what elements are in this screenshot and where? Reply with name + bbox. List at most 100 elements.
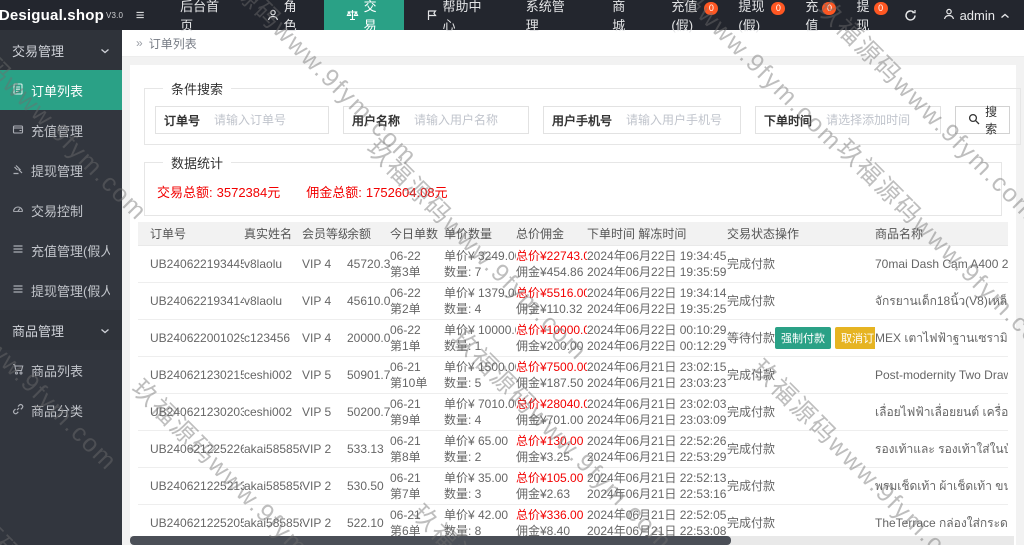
topnav-help[interactable]: 帮助中心: [404, 0, 504, 30]
content-area: 条件搜索 订单号 用户名称 用户手机号 下单时间: [122, 57, 1024, 545]
cell-status: 完成付款: [727, 476, 775, 496]
stats-line: 交易总额:3572384元 佣金总额:1752604.08元: [155, 180, 991, 205]
topnav-system[interactable]: 系统管理: [504, 0, 590, 30]
search-fieldset: 条件搜索 订单号 用户名称 用户手机号 下单时间: [144, 79, 1021, 145]
menu-label: 提现(假): [738, 0, 773, 34]
cell-product: รองเท้าและ รองเท้าใส่ในบ้าน รองเท้านวด ร…: [875, 439, 1008, 459]
sidebar-item-recharge-fake[interactable]: 充值管理(假人): [0, 230, 122, 270]
column-header: 真实姓名: [244, 224, 302, 244]
sidebar: 交易管理 订单列表 充值管理 提现管理 交易控制 充值管理(假人) 提现管理(假…: [0, 30, 122, 545]
recharge-fake-menu[interactable]: 充值(假) 0: [655, 0, 722, 30]
user-name-field-group: 用户名称: [343, 106, 529, 134]
trade-total: 交易总额:3572384元: [157, 182, 280, 201]
app-logo: Desigual.shop V3.0: [0, 0, 122, 30]
gauge-icon: [12, 203, 24, 218]
order-time-input[interactable]: [820, 107, 940, 133]
cell-price-qty: 单价¥ 7010.00数量: 4: [444, 394, 516, 430]
chevron-up-icon: [1000, 8, 1010, 23]
cell-order-no: UB2406212302036210: [138, 402, 244, 422]
count-badge: 0: [771, 2, 785, 15]
cell-price-qty: 单价¥ 65.00数量: 2: [444, 431, 516, 467]
user-name-input[interactable]: [408, 107, 528, 133]
withdraw-menu[interactable]: 提现 0: [840, 0, 891, 30]
cell-day-orders: 06-21第9单: [390, 394, 444, 430]
cell-real-name: v8laolu: [244, 291, 302, 311]
table-row: UB2406220010293956c123456VIP 420000.0006…: [138, 320, 1008, 357]
field-label: 用户手机号: [544, 112, 620, 129]
cell-order-no: UB2406221934143236: [138, 291, 244, 311]
cell-product: 70mai Dash Cam A400 2K กล้องติดรถยนต์ คว: [875, 254, 1008, 274]
topnav-mall[interactable]: 商城: [590, 0, 655, 30]
cell-total-commission: 总价¥7500.00佣金¥187.50: [516, 357, 587, 393]
column-header: 交易状态: [727, 224, 775, 244]
count-badge: 0: [874, 2, 888, 15]
cell-real-name: akai585858: [244, 513, 302, 533]
sidebar-item-order-list[interactable]: 订单列表: [0, 70, 122, 110]
cell-product: จักรยานเด็ก18นิ้ว(V8)เหล็ก แถมตะกร้าและข…: [875, 291, 1008, 311]
column-header: 操作: [775, 224, 875, 244]
cell-level: VIP 5: [302, 365, 347, 385]
order-no-input[interactable]: [208, 107, 328, 133]
column-header: 余额: [347, 224, 390, 244]
table-row: UB2406221934143236v8laoluVIP 445610.0006…: [138, 283, 1008, 320]
topnav-label: 系统管理: [526, 0, 568, 34]
recharge-menu[interactable]: 充值 0: [789, 0, 840, 30]
force-pay-button[interactable]: 强制付款: [775, 327, 831, 349]
column-header: 订单号: [138, 224, 244, 244]
search-button[interactable]: 搜索: [955, 106, 1010, 134]
sidebar-item-label: 提现管理: [31, 161, 83, 180]
sidebar-item-withdraw-mgmt[interactable]: 提现管理: [0, 150, 122, 190]
refresh-icon[interactable]: [892, 0, 929, 30]
topnav-roles[interactable]: 角色: [245, 0, 324, 30]
file-icon: [12, 83, 24, 98]
search-row: 订单号 用户名称 用户手机号 下单时间: [155, 106, 1010, 134]
topnav-label: 商城: [612, 0, 633, 34]
sidebar-group-trade[interactable]: 交易管理: [0, 30, 122, 70]
cell-actions: 强制付款取消订单: [775, 325, 875, 351]
cell-real-name: ceshi002: [244, 365, 302, 385]
count-badge: 0: [704, 2, 718, 15]
cell-balance: 530.50: [347, 476, 390, 496]
commission-total: 佣金总额:1752604.08元: [306, 182, 447, 201]
sidebar-item-trade-control[interactable]: 交易控制: [0, 190, 122, 230]
sidebar-item-goods-category[interactable]: 商品分类: [0, 390, 122, 430]
cell-times: 2024年06月22日 19:34:142024年06月22日 19:35:25: [587, 283, 727, 319]
stats-legend: 数据统计: [163, 153, 231, 172]
cell-day-orders: 06-21第10单: [390, 357, 444, 393]
column-header: 总价佣金: [516, 224, 587, 244]
cell-order-no: UB2406212252059070: [138, 513, 244, 533]
orders-table: 订单号真实姓名会员等级余额今日单数单价数量总价佣金下单时间 解冻时间交易状态操作…: [138, 222, 1008, 545]
column-header: 会员等级: [302, 224, 347, 244]
topnav-home[interactable]: 后台首页: [158, 0, 244, 30]
cell-day-orders: 06-21第7单: [390, 468, 444, 504]
hamburger-icon[interactable]: ≡: [122, 0, 158, 30]
sidebar-item-label: 提现管理(假人): [31, 281, 110, 300]
orders-table-wrap: 订单号真实姓名会员等级余额今日单数单价数量总价佣金下单时间 解冻时间交易状态操作…: [138, 222, 1008, 545]
wallet-icon: [12, 123, 24, 138]
cell-actions: [775, 521, 875, 525]
cell-level: VIP 4: [302, 328, 347, 348]
withdraw-fake-menu[interactable]: 提现(假) 0: [722, 0, 789, 30]
sidebar-item-label: 充值管理: [31, 121, 83, 140]
admin-user-menu[interactable]: admin: [929, 0, 1024, 30]
cancel-order-button[interactable]: 取消订单: [835, 327, 875, 349]
topnav-trade[interactable]: 交易: [324, 0, 404, 30]
table-row: UB2406212252262859akai585858VIP 2533.130…: [138, 431, 1008, 468]
flag-icon: [426, 9, 438, 21]
sidebar-item-label: 充值管理(假人): [31, 241, 110, 260]
cart-icon: [12, 363, 24, 378]
admin-screen: Desigual.shop V3.0 ≡ 后台首页 角色 交易 帮助中心 系统管…: [0, 0, 1024, 545]
cell-level: VIP 4: [302, 254, 347, 274]
top-navigation: 后台首页 角色 交易 帮助中心 系统管理 商城: [158, 0, 655, 30]
sidebar-item-withdraw-fake[interactable]: 提现管理(假人): [0, 270, 122, 310]
column-header: 商品名称: [875, 224, 1008, 244]
cell-level: VIP 5: [302, 402, 347, 422]
horizontal-scrollbar-thumb[interactable]: [130, 536, 731, 545]
sidebar-group-goods[interactable]: 商品管理: [0, 310, 122, 350]
sidebar-item-recharge-mgmt[interactable]: 充值管理: [0, 110, 122, 150]
sidebar-item-goods-list[interactable]: 商品列表: [0, 350, 122, 390]
group-label: 交易管理: [12, 41, 64, 60]
cell-order-no: UB2406212302158445: [138, 365, 244, 385]
user-phone-input[interactable]: [620, 107, 740, 133]
cell-price-qty: 单价¥ 35.00数量: 3: [444, 468, 516, 504]
